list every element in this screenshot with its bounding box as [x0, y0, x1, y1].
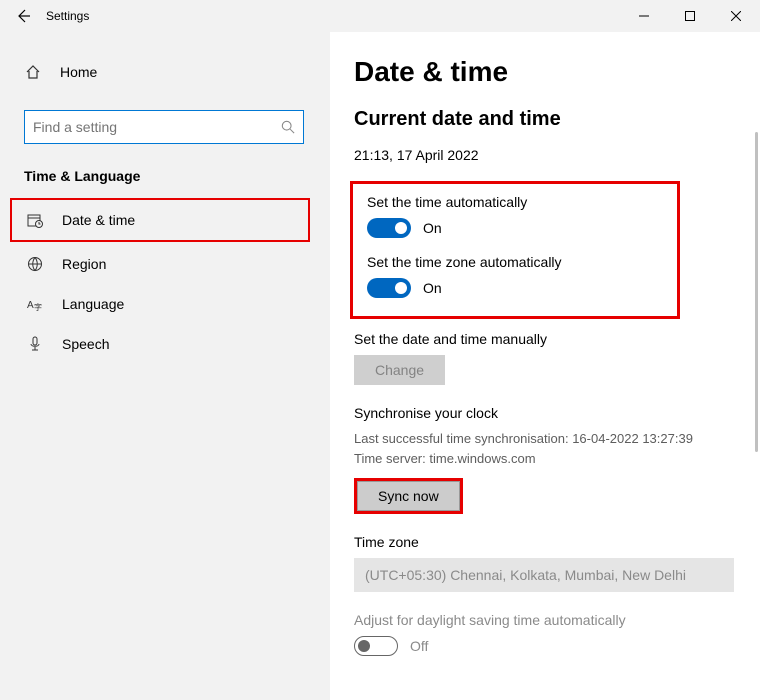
highlight-box-sidebar: Date & time — [10, 198, 310, 242]
search-icon — [281, 120, 295, 134]
back-button[interactable] — [0, 8, 46, 24]
nav-item-label: Date & time — [62, 212, 135, 228]
sidebar: Home Time & Language Date & time — [0, 32, 330, 700]
sync-now-button[interactable]: Sync now — [357, 481, 460, 511]
auto-time-toggle[interactable] — [367, 218, 411, 238]
close-button[interactable] — [713, 0, 759, 32]
sync-last-text: Last successful time synchronisation: 16… — [354, 429, 760, 449]
svg-text:字: 字 — [34, 302, 42, 312]
scrollbar[interactable] — [755, 132, 758, 452]
minimize-button[interactable] — [621, 0, 667, 32]
maximize-button[interactable] — [667, 0, 713, 32]
tz-heading: Time zone — [354, 534, 760, 550]
page-title: Date & time — [354, 56, 760, 88]
globe-icon — [26, 256, 44, 272]
nav-home[interactable]: Home — [24, 52, 314, 92]
auto-tz-toggle[interactable] — [367, 278, 411, 298]
window-title: Settings — [46, 9, 89, 23]
nav-region[interactable]: Region — [0, 244, 330, 284]
language-icon: A字 — [26, 296, 44, 312]
svg-text:A: A — [27, 300, 34, 311]
nav-home-label: Home — [60, 64, 97, 80]
content-pane: Date & time Current date and time 21:13,… — [330, 32, 760, 700]
auto-time-state: On — [423, 220, 442, 236]
current-datetime: 21:13, 17 April 2022 — [354, 147, 760, 163]
title-bar: Settings — [0, 0, 760, 32]
sync-server-text: Time server: time.windows.com — [354, 449, 760, 469]
highlight-box-toggles: Set the time automatically On Set the ti… — [350, 181, 680, 319]
calendar-clock-icon — [26, 212, 44, 228]
change-button: Change — [354, 355, 445, 385]
nav-date-time[interactable]: Date & time — [12, 200, 308, 240]
highlight-box-sync: Sync now — [354, 478, 463, 514]
dst-state: Off — [410, 638, 428, 654]
auto-time-label: Set the time automatically — [367, 194, 663, 210]
dst-label: Adjust for daylight saving time automati… — [354, 612, 760, 628]
nav-item-label: Speech — [62, 336, 109, 352]
nav-item-label: Region — [62, 256, 106, 272]
section-title: Time & Language — [0, 158, 330, 194]
auto-tz-label: Set the time zone automatically — [367, 254, 663, 270]
manual-time-label: Set the date and time manually — [354, 331, 760, 347]
section-heading: Current date and time — [354, 108, 760, 131]
search-input[interactable] — [24, 110, 304, 144]
dst-toggle — [354, 636, 398, 656]
nav-speech[interactable]: Speech — [0, 324, 330, 364]
microphone-icon — [26, 336, 44, 352]
home-icon — [24, 64, 42, 80]
nav-language[interactable]: A字 Language — [0, 284, 330, 324]
search-field[interactable] — [33, 119, 281, 135]
sync-heading: Synchronise your clock — [354, 405, 760, 421]
nav-item-label: Language — [62, 296, 124, 312]
timezone-select: (UTC+05:30) Chennai, Kolkata, Mumbai, Ne… — [354, 558, 734, 592]
auto-tz-state: On — [423, 280, 442, 296]
